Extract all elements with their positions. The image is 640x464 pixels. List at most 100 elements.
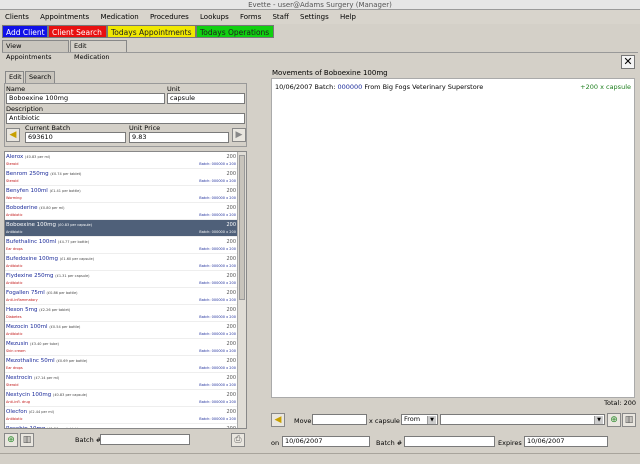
list-scrollbar[interactable]: [237, 152, 246, 428]
medication-category: Antibiotic: [6, 417, 23, 421]
list-item[interactable]: Alerox (£0.83 per ml) Steroid 200 Batch: 00…: [5, 152, 238, 169]
on-label: on: [271, 439, 280, 447]
list-item[interactable]: Olecfon (£2.44 per ml) Antibiotic 200 Batch…: [5, 407, 238, 424]
medication-name-text: Mezusin: [6, 341, 29, 347]
todays-operations-button[interactable]: Todays Operations: [196, 25, 274, 38]
arrow-left-icon: ◀: [9, 130, 17, 140]
menu-help[interactable]: Help: [335, 10, 360, 21]
movement-entry[interactable]: 10/06/2007 Batch: 000000 From Big Fogs V…: [275, 83, 631, 91]
medication-name-text: Benyfen 100ml: [6, 188, 48, 194]
list-item[interactable]: Mezusin (£3.40 per tube) Skin cream 200 Bat…: [5, 339, 238, 356]
chevron-down-icon: ▼: [427, 416, 436, 424]
list-item[interactable]: Nextycin 100mg (£0.83 per capsule) Anti-i…: [5, 390, 238, 407]
add-movement-button[interactable]: ⊕: [607, 413, 621, 427]
list-item[interactable]: Bufedoxine 100mg (£1.60 per capsule) Anti…: [5, 254, 238, 271]
list-item[interactable]: Nextrocin (£7.14 per ml) Steroid 200 Batch:…: [5, 373, 238, 390]
list-item[interactable]: Fogallen 75ml (£0.86 per bottle) Anti-inf…: [5, 288, 238, 305]
next-batch-button[interactable]: ▶: [232, 128, 246, 142]
trash-icon: ▥: [22, 435, 32, 445]
name-label: Name: [6, 85, 26, 93]
medication-price: (£0.83 per ml): [25, 155, 51, 159]
menu-staff[interactable]: Staff: [267, 10, 292, 21]
medication-batch: Batch: 000000 x 200: [199, 162, 236, 166]
tab-view-appointments[interactable]: View Appointments: [2, 40, 69, 61]
delete-medication-button[interactable]: ▥: [20, 433, 34, 447]
medication-batch: Batch: 000000 x 200: [199, 230, 236, 234]
tab-edit[interactable]: Edit: [5, 71, 24, 83]
medication-list[interactable]: Alerox (£0.83 per ml) Steroid 200 Batch: 00…: [4, 151, 247, 429]
close-icon: ✕: [623, 55, 633, 68]
client-search-button[interactable]: Client Search: [48, 25, 107, 38]
medication-name: Fogallen 75ml (£0.86 per bottle): [6, 290, 78, 296]
list-item[interactable]: Bufethalinc 100ml (£4.77 per bottle) Ear …: [5, 237, 238, 254]
movements-panel: 10/06/2007 Batch: 000000 From Big Fogs V…: [271, 78, 635, 398]
medication-batch: Batch: 000000 x 200: [199, 315, 236, 319]
medication-quantity: 200: [226, 273, 236, 279]
direction-select[interactable]: From ▼: [401, 414, 438, 425]
movement-batch-field[interactable]: [404, 436, 495, 447]
medication-quantity: 200: [226, 341, 236, 347]
medication-quantity: 200: [226, 375, 236, 381]
move-quantity-field[interactable]: [312, 414, 367, 425]
list-item[interactable]: Benyfen 100ml (£1.41 per bottle) Worming 2…: [5, 186, 238, 203]
list-item[interactable]: Boboexine 100mg (£0.83 per capsule) Antib…: [5, 220, 238, 237]
batch-number-field[interactable]: [100, 434, 190, 445]
close-panel-button[interactable]: ✕: [621, 55, 635, 69]
menu-appointments[interactable]: Appointments: [35, 10, 93, 21]
unit-field[interactable]: capsule: [167, 93, 245, 104]
medication-quantity: 200: [226, 188, 236, 194]
menu-forms[interactable]: Forms: [235, 10, 265, 21]
movement-date-field[interactable]: 10/06/2007: [282, 436, 370, 447]
medication-category: Worming: [6, 196, 22, 200]
medication-name-text: Olecfon: [6, 409, 28, 415]
delete-movement-button[interactable]: ▥: [622, 413, 636, 427]
movement-batch-label: Batch #: [376, 439, 403, 447]
medication-batch: Batch: 000000 x 200: [199, 349, 236, 353]
medication-price: (£1.60 per capsule): [59, 257, 95, 261]
chevron-down-icon: ▼: [594, 416, 603, 424]
party-select[interactable]: ▼: [440, 414, 605, 425]
medication-name-text: Benrom 250mg: [6, 171, 49, 177]
movements-header: Movements of Boboexine 100mg: [272, 69, 388, 77]
add-client-button[interactable]: Add Client: [2, 25, 48, 38]
add-medication-button[interactable]: ⊕: [4, 433, 18, 447]
menu-procedures[interactable]: Procedures: [145, 10, 193, 21]
list-item[interactable]: Boboderine (£0.80 per ml) Antibiotic 200 Ba…: [5, 203, 238, 220]
menu-clients[interactable]: Clients: [0, 10, 33, 21]
medication-name: Benrom 250mg (£0.74 per tablet): [6, 171, 81, 177]
print-button[interactable]: ⎙: [231, 433, 245, 447]
previous-batch-button[interactable]: ◀: [6, 128, 20, 142]
menu-lookups[interactable]: Lookups: [195, 10, 233, 21]
medication-name-text: Boboexine 100mg: [6, 222, 57, 228]
scrollbar-thumb[interactable]: [239, 155, 245, 300]
name-field[interactable]: Boboexine 100mg: [6, 93, 165, 104]
move-label: Move: [294, 417, 312, 425]
medication-name: Hexon 5mg (£2.26 per tablet): [6, 307, 70, 313]
unit-price-field[interactable]: 9.83: [129, 132, 229, 143]
expires-field[interactable]: 10/06/2007: [524, 436, 608, 447]
menu-settings[interactable]: Settings: [295, 10, 333, 21]
list-item[interactable]: Rosehip 10mg (£1.20 per tablet)Supplemen…: [5, 424, 238, 428]
move-back-button[interactable]: ◀: [271, 413, 285, 427]
medication-price: (£4.77 per bottle): [58, 240, 90, 244]
current-batch-field[interactable]: 693610: [25, 132, 126, 143]
list-item[interactable]: Mezocin 100ml (£0.54 per bottle) Antibiot…: [5, 322, 238, 339]
todays-appointments-button[interactable]: Todays Appointments: [107, 25, 196, 38]
medication-name: Flydexine 250mg (£1.31 per capsule): [6, 273, 89, 279]
medication-category: Anti-infl. drug: [6, 400, 30, 404]
list-item[interactable]: Flydexine 250mg (£1.31 per capsule) Antib…: [5, 271, 238, 288]
list-item[interactable]: Benrom 250mg (£0.74 per tablet) Steroid 20…: [5, 169, 238, 186]
description-field[interactable]: Antibiotic: [6, 113, 245, 124]
menu-medication[interactable]: Medication: [95, 10, 142, 21]
tab-edit-medication[interactable]: Edit Medication: [70, 40, 127, 61]
medication-name-text: Boboderine: [6, 205, 38, 211]
list-item[interactable]: Hexon 5mg (£2.26 per tablet) Diabetes 200 B…: [5, 305, 238, 322]
medication-category: Ear drops: [6, 366, 23, 370]
medication-name: Bufethalinc 100ml (£4.77 per bottle): [6, 239, 89, 245]
medication-batch: Batch: 000000 x 200: [199, 332, 236, 336]
medication-category: Anti-inflammatory: [6, 298, 38, 302]
window-title: Evette - user@Adams Surgery (Manager): [248, 1, 392, 9]
list-item[interactable]: Mezothalinc 50ml (£0.69 per bottle) Ear d…: [5, 356, 238, 373]
tab-search[interactable]: Search: [25, 71, 55, 83]
medication-category: Antibiotic: [6, 213, 23, 217]
